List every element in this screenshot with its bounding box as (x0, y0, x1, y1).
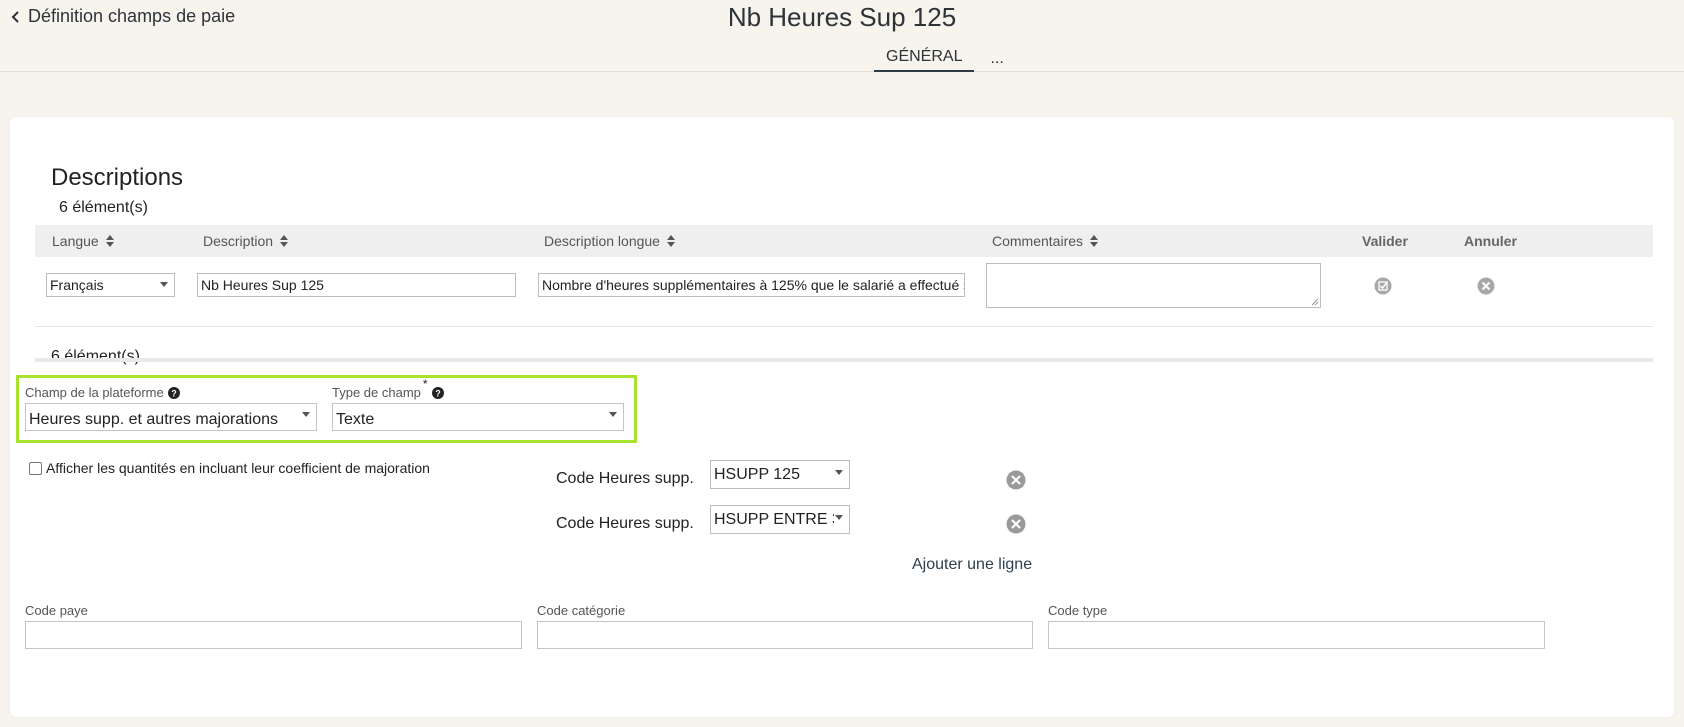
table-row: Français Nb Heures Sup 125 Nombre d'heur… (35, 257, 1653, 327)
column-header-annuler: Annuler (1464, 233, 1517, 249)
svg-text:?: ? (171, 388, 177, 398)
column-header-label: Commentaires (992, 233, 1084, 249)
column-header-description-longue[interactable]: Description longue (544, 233, 676, 249)
langue-select-value: Français (50, 277, 104, 293)
overtime-code-select-value: HSUPP ENTRE 39 (714, 510, 834, 528)
field-type-label: Type de champ * ? (332, 377, 444, 400)
close-circle-icon[interactable] (1006, 514, 1026, 534)
add-line-button[interactable]: Ajouter une ligne (912, 556, 1032, 574)
code-paye-label: Code paye (25, 603, 88, 618)
coefficient-checkbox-row[interactable]: Afficher les quantités en incluant leur … (29, 460, 430, 476)
coefficient-checkbox[interactable] (29, 461, 42, 475)
sort-icon (280, 235, 289, 247)
sort-icon (1090, 235, 1099, 247)
page-title: Nb Heures Sup 125 (727, 2, 957, 32)
overtime-code-select[interactable]: HSUPP ENTRE 39 (710, 505, 850, 534)
svg-text:?: ? (435, 388, 441, 398)
column-header-label: Description (203, 233, 274, 249)
descriptions-title: Descriptions (51, 164, 184, 191)
description-input-value: Nb Heures Sup 125 (201, 277, 324, 293)
overtime-code-label: Code Heures supp. (556, 470, 694, 487)
langue-select[interactable]: Français (46, 273, 175, 297)
description-input[interactable]: Nb Heures Sup 125 (197, 273, 516, 297)
chevron-down-icon (302, 412, 310, 417)
sort-icon (666, 235, 675, 247)
overtime-code-label: Code Heures supp. (556, 515, 694, 532)
close-circle-icon[interactable] (1477, 277, 1495, 295)
main-card: Descriptions 6 élément(s) Langue Descrip… (10, 117, 1674, 717)
resize-grip-icon[interactable] (1311, 298, 1319, 306)
descriptions-count-bottom: 6 élément(s) (51, 348, 140, 365)
tab-more[interactable]: ... (974, 50, 1015, 72)
field-type-select[interactable]: Texte (332, 403, 624, 431)
field-type-select-value: Texte (336, 411, 375, 428)
descriptions-table-header: Langue Description Description longue Co… (35, 225, 1653, 257)
top-bar: Définition champs de paie Nb Heures Sup … (0, 0, 1684, 72)
code-categorie-input[interactable] (537, 621, 1033, 649)
descriptions-count-top: 6 élément(s) (59, 199, 148, 216)
sort-icon (105, 235, 114, 247)
close-circle-icon[interactable] (1006, 470, 1026, 490)
code-categorie-label: Code catégorie (537, 603, 626, 618)
platform-field-select-value: Heures supp. et autres majorations (29, 411, 279, 428)
platform-field-select[interactable]: Heures supp. et autres majorations (25, 403, 317, 431)
overtime-code-select-value: HSUPP 125 (714, 465, 800, 483)
platform-field-label-text: Champ de la plateforme (25, 385, 164, 400)
check-square-icon[interactable] (1374, 277, 1392, 295)
field-type-label-text: Type de champ (332, 385, 421, 400)
help-circle-icon[interactable]: ? (431, 386, 444, 399)
code-type-label: Code type (1048, 603, 1108, 618)
column-header-langue[interactable]: Langue (52, 233, 115, 249)
column-header-commentaires[interactable]: Commentaires (992, 233, 1099, 249)
help-circle-icon[interactable]: ? (167, 386, 180, 399)
tab-bar: GÉNÉRAL ... (874, 48, 1016, 72)
coefficient-checkbox-label: Afficher les quantités en incluant leur … (46, 460, 430, 476)
platform-field-label: Champ de la plateforme ? (25, 385, 180, 400)
column-header-label: Langue (52, 233, 99, 249)
description-longue-input[interactable]: Nombre d'heures supplémentaires à 125% q… (538, 273, 965, 297)
overtime-code-select[interactable]: HSUPP 125 (710, 460, 850, 489)
description-longue-input-value: Nombre d'heures supplémentaires à 125% q… (542, 277, 964, 293)
chevron-down-icon (160, 282, 168, 287)
commentaires-textarea[interactable] (986, 263, 1321, 308)
code-type-input[interactable] (1048, 621, 1545, 649)
tab-general[interactable]: GÉNÉRAL (874, 48, 975, 72)
chevron-down-icon (835, 515, 843, 520)
column-header-description[interactable]: Description (203, 233, 289, 249)
chevron-down-icon (835, 470, 843, 475)
column-header-label: Description longue (544, 233, 660, 249)
code-paye-input[interactable] (25, 621, 522, 649)
required-mark: * (422, 377, 428, 391)
divider (35, 358, 1653, 362)
chevron-down-icon (609, 412, 617, 417)
column-header-valider: Valider (1362, 233, 1408, 249)
